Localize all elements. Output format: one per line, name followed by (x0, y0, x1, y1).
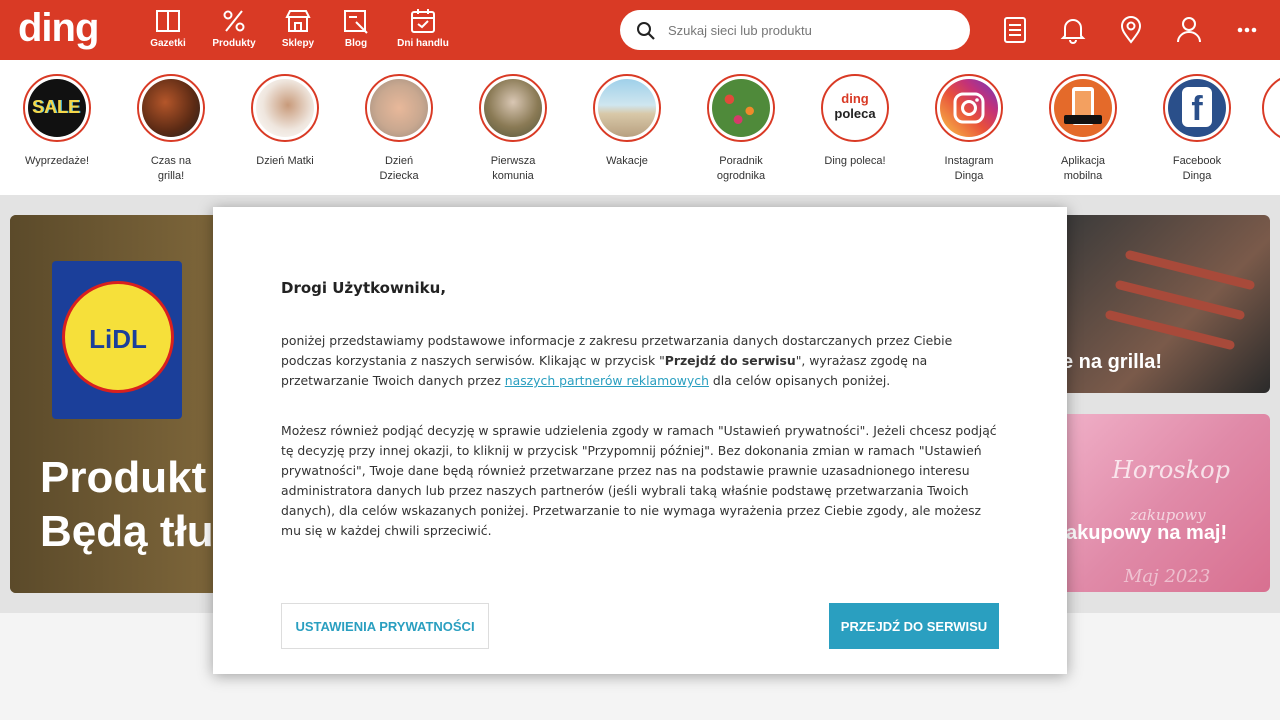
store-icon (285, 10, 311, 32)
more-icon[interactable] (1232, 15, 1262, 45)
story-ogrodnik[interactable]: Poradnik ogrodnika (691, 74, 791, 184)
story-label: Czas na grilla! (150, 155, 192, 182)
nav-label: Dni handlu (397, 38, 449, 49)
search-input[interactable] (668, 19, 948, 41)
horoskop-art-1: Horoskop (1112, 456, 1230, 484)
lidl-logo-text: LiDL (89, 324, 147, 354)
modal-paragraph-2: Możesz również podjąć decyzję w sprawie … (281, 423, 997, 538)
facebook-icon: f (1182, 87, 1212, 128)
partners-link[interactable]: naszych partnerów reklamowych (505, 373, 709, 388)
banner-horoskop[interactable]: Horoskop zakupowy Maj 2023 akupowy na ma… (1060, 414, 1270, 592)
story-label: Poradnik ogrodnika (716, 155, 766, 182)
nav-sklepy[interactable]: Sklepy (268, 8, 328, 49)
story-instagram[interactable]: Instagram Dinga (919, 74, 1019, 184)
story-dzien-dziecka[interactable]: Dzień Dziecka (349, 74, 449, 184)
story-aplikacja[interactable]: Aplikacja mobilna (1033, 74, 1133, 184)
location-pin-icon[interactable] (1116, 15, 1146, 45)
story-partial[interactable] (1262, 74, 1280, 142)
phone-app-icon (1064, 87, 1102, 125)
story-label: Aplikacja mobilna (1060, 155, 1106, 182)
modal-paragraph-1: poniżej przedstawiamy podstawowe informa… (281, 331, 1001, 391)
nav-label: Produkty (212, 38, 256, 49)
nav-label: Gazetki (150, 38, 186, 49)
p1-bold: Przejdź do serwisu (664, 353, 796, 368)
story-grill[interactable]: Czas na grilla! (121, 74, 221, 184)
hero-main-line1: Produkt (40, 453, 207, 502)
nav-label: Sklepy (281, 38, 315, 49)
lidl-sign: LiDL (52, 261, 182, 419)
nav-produkty[interactable]: Produkty (204, 8, 264, 49)
search-icon (637, 22, 655, 40)
blog-icon (344, 10, 368, 34)
privacy-settings-button[interactable]: USTAWIENIA PRYWATNOŚCI (281, 603, 489, 649)
hero-main-title: Produkt Będą tłu (40, 451, 214, 559)
story-label: Facebook Dinga (1172, 155, 1222, 182)
modal-title: Drogi Użytkowniku, (281, 279, 447, 297)
banner-horoskop-caption: akupowy na maj! (1066, 522, 1228, 544)
story-ding-poleca[interactable]: ding poleca Ding poleca! (805, 74, 905, 169)
go-to-service-button[interactable]: PRZEJDŹ DO SERWISU (829, 603, 999, 649)
story-wyprzedaze[interactable]: SALE Wyprzedaże! (7, 74, 107, 169)
story-dzien-matki[interactable]: Dzień Matki (235, 74, 335, 169)
story-label: Pierwsza komunia (490, 155, 536, 182)
sale-badge: SALE (32, 97, 81, 117)
list-icon[interactable] (1000, 15, 1030, 45)
stories-strip: SALE Wyprzedaże! Czas na grilla! Dzień M… (0, 60, 1280, 195)
story-komunia[interactable]: Pierwsza komunia (463, 74, 563, 184)
story-label: Instagram Dinga (944, 155, 994, 182)
banner-grill[interactable]: e na grilla! (1060, 215, 1270, 393)
story-label: Dzień Dziecka (379, 155, 419, 182)
top-bar: ding Gazetki Produkty Sklepy Blog Dni ha… (0, 0, 1280, 60)
ding-logo[interactable]: ding (18, 6, 99, 51)
hero-main-line2: Będą tłu (40, 507, 214, 556)
story-facebook[interactable]: f Facebook Dinga (1147, 74, 1247, 184)
flyer-icon (156, 10, 180, 32)
poleca-text: poleca (834, 106, 876, 121)
story-label: Ding poleca! (824, 155, 886, 167)
story-label: Wakacje (606, 155, 648, 167)
instagram-icon (953, 92, 985, 124)
bell-icon[interactable] (1058, 15, 1088, 45)
percent-icon (223, 10, 245, 32)
consent-modal: Drogi Użytkowniku, poniżej przedstawiamy… (213, 207, 1067, 674)
horoskop-art-3: Maj 2023 (1124, 566, 1211, 587)
story-label: Dzień Matki (256, 155, 314, 167)
banner-grill-caption: e na grilla! (1062, 351, 1163, 373)
search-bar[interactable] (620, 10, 970, 50)
user-icon[interactable] (1174, 15, 1204, 45)
nav-gazetki[interactable]: Gazetki (138, 8, 198, 49)
ding-mini-logo: ding (841, 91, 869, 106)
nav-label: Blog (344, 38, 368, 49)
p1-text-c: dla celów opisanych poniżej. (708, 373, 891, 388)
story-wakacje[interactable]: Wakacje (577, 74, 677, 169)
nav-dni-handlu[interactable]: Dni handlu (393, 8, 453, 49)
calendar-icon (411, 9, 435, 33)
story-label: Wyprzedaże! (25, 155, 90, 167)
nav-blog[interactable]: Blog (326, 8, 386, 49)
